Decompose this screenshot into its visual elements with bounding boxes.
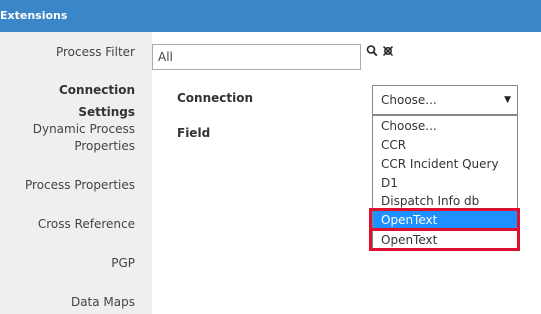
- window-title: Extensions: [0, 9, 68, 22]
- field-label: Field: [177, 126, 211, 140]
- process-filter-input[interactable]: [152, 44, 361, 70]
- dropdown-option-opentext-highlighted[interactable]: OpenText: [373, 211, 517, 230]
- sidebar-item-data-maps[interactable]: Data Maps: [71, 291, 135, 313]
- connection-select-value: Choose...: [381, 93, 437, 107]
- sidebar-item-connection-settings[interactable]: Connection Settings: [0, 79, 135, 123]
- sidebar-item-process-properties[interactable]: Process Properties: [25, 174, 135, 196]
- connection-dropdown-list: Choose... CCR CCR Incident Query D1 Disp…: [372, 115, 518, 250]
- dropdown-option-ccr[interactable]: CCR: [373, 136, 517, 155]
- dropdown-option-opentext[interactable]: OpenText: [373, 231, 517, 250]
- dropdown-option-choose[interactable]: Choose...: [373, 117, 517, 136]
- search-icon[interactable]: [365, 44, 379, 62]
- connection-label: Connection: [177, 91, 254, 105]
- connection-select[interactable]: Choose... ▼: [372, 85, 518, 115]
- sidebar-item-pgp[interactable]: PGP: [111, 252, 135, 274]
- sidebar-item-process-filter: Process Filter: [55, 45, 135, 59]
- dropdown-option-dispatch-info-db[interactable]: Dispatch Info db: [373, 192, 517, 211]
- dropdown-option-d1[interactable]: D1: [373, 174, 517, 193]
- window-title-bar: Extensions: [0, 0, 541, 32]
- sidebar-item-dynamic-process-properties-line2[interactable]: Properties: [74, 135, 135, 157]
- sidebar: Process Filter Connection Settings Dynam…: [0, 32, 152, 314]
- chevron-down-icon: ▼: [504, 95, 511, 105]
- sidebar-item-cross-reference[interactable]: Cross Reference: [38, 213, 135, 235]
- dropdown-option-ccr-incident-query[interactable]: CCR Incident Query: [373, 155, 517, 174]
- clear-filter-icon[interactable]: [381, 44, 395, 62]
